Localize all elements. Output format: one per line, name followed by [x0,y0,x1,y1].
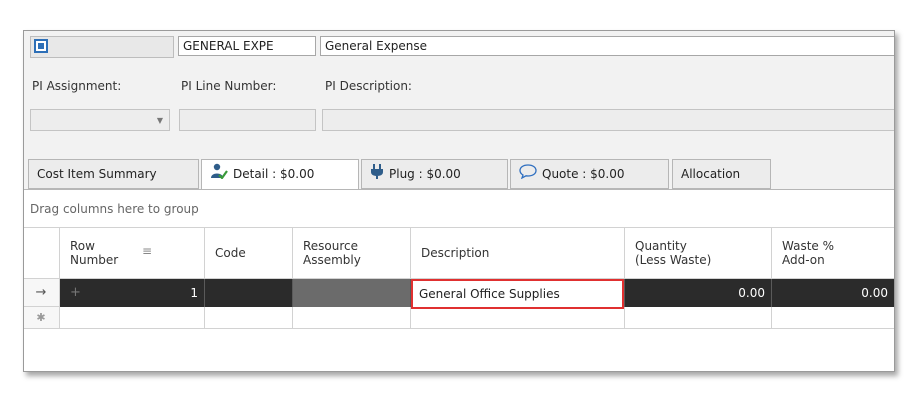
column-header-quantity[interactable]: Quantity (Less Waste) [625,227,772,279]
detail-grid: Row Number ≡ Code Resource Assembly Desc… [24,227,894,371]
sort-icon: ≡ [142,244,153,258]
speech-bubble-icon [519,161,537,189]
header-line: Resource [303,239,359,253]
row-indicator[interactable]: → [24,279,60,307]
waste-cell[interactable]: 0.00 [772,279,894,307]
column-header-row-number[interactable]: Row Number ≡ [60,227,205,279]
tab-label: Quote : $0.00 [542,167,625,181]
name-field[interactable]: General Expense [320,36,894,56]
new-row-cell[interactable] [411,307,625,329]
header-row: GENERAL EXPE General Expense [24,31,894,61]
tab-quote[interactable]: Quote : $0.00 [510,159,669,189]
color-selector[interactable] [30,36,174,58]
tab-label: Plug : $0.00 [389,167,461,181]
chevron-down-icon: ▼ [156,116,163,125]
resource-assembly-cell[interactable] [293,279,411,307]
tab-detail[interactable]: Detail : $0.00 [201,159,359,190]
tab-allocation[interactable]: Allocation [672,159,771,189]
arrow-right-icon: → [35,285,47,300]
description-editor[interactable]: General Office Supplies [411,279,624,309]
person-check-icon [210,161,228,189]
new-row-cell[interactable] [60,307,205,329]
row-number-value: 1 [190,286,198,300]
header-line: Number [70,253,119,267]
header-line: Row [70,239,95,253]
header-line: Description [421,246,490,260]
new-row-cell[interactable] [205,307,293,329]
pi-assignment-label: PI Assignment: [32,79,122,93]
plus-icon: + [70,285,81,300]
pi-description-label: PI Description: [325,79,412,93]
header-line: (Less Waste) [635,253,712,267]
header-line: Quantity [635,239,687,253]
group-hint: Drag columns here to group [30,202,199,216]
code-field[interactable]: GENERAL EXPE [178,36,316,56]
pi-line-number-label: PI Line Number: [181,79,277,93]
new-row-cell[interactable] [293,307,411,329]
tab-label: Cost Item Summary [37,167,157,181]
tab-plug[interactable]: Plug : $0.00 [361,159,508,189]
tab-label: Detail : $0.00 [233,167,315,181]
new-row-cell[interactable] [625,307,772,329]
plug-icon [370,161,384,189]
header-line: Waste % [782,239,835,253]
column-header-resource-assembly[interactable]: Resource Assembly [293,227,411,279]
column-header-code[interactable]: Code [205,227,293,279]
asterisk-icon: ✱ [36,311,46,324]
tab-label: Allocation [681,167,741,181]
new-row[interactable]: ✱ [24,307,894,329]
quantity-cell[interactable]: 0.00 [625,279,772,307]
pi-assignment-dropdown[interactable]: ▼ [30,109,170,131]
tab-cost-item-summary[interactable]: Cost Item Summary [28,159,199,189]
pi-description-field[interactable] [322,109,894,131]
header-line: Add-on [782,253,825,267]
code-cell[interactable] [205,279,293,307]
square-swatch-icon [34,39,48,53]
row-number-cell[interactable]: + 1 [60,279,205,307]
cost-item-panel: GENERAL EXPE General Expense PI Assignme… [23,30,895,372]
new-row-indicator[interactable]: ✱ [24,307,60,329]
detail-tabs: Cost Item Summary Detail : $0.00 Plug : … [24,159,894,190]
group-by-area[interactable]: Drag columns here to group [24,189,894,228]
pi-line-number-field[interactable] [179,109,316,131]
column-header-description[interactable]: Description [411,227,625,279]
header-line: Code [215,246,246,260]
header-line: Assembly [303,253,361,267]
column-header-waste[interactable]: Waste % Add-on [772,227,894,279]
new-row-cell[interactable] [772,307,894,329]
pi-labels: PI Assignment: PI Line Number: PI Descri… [24,79,894,97]
row-indicator-header [24,227,60,279]
